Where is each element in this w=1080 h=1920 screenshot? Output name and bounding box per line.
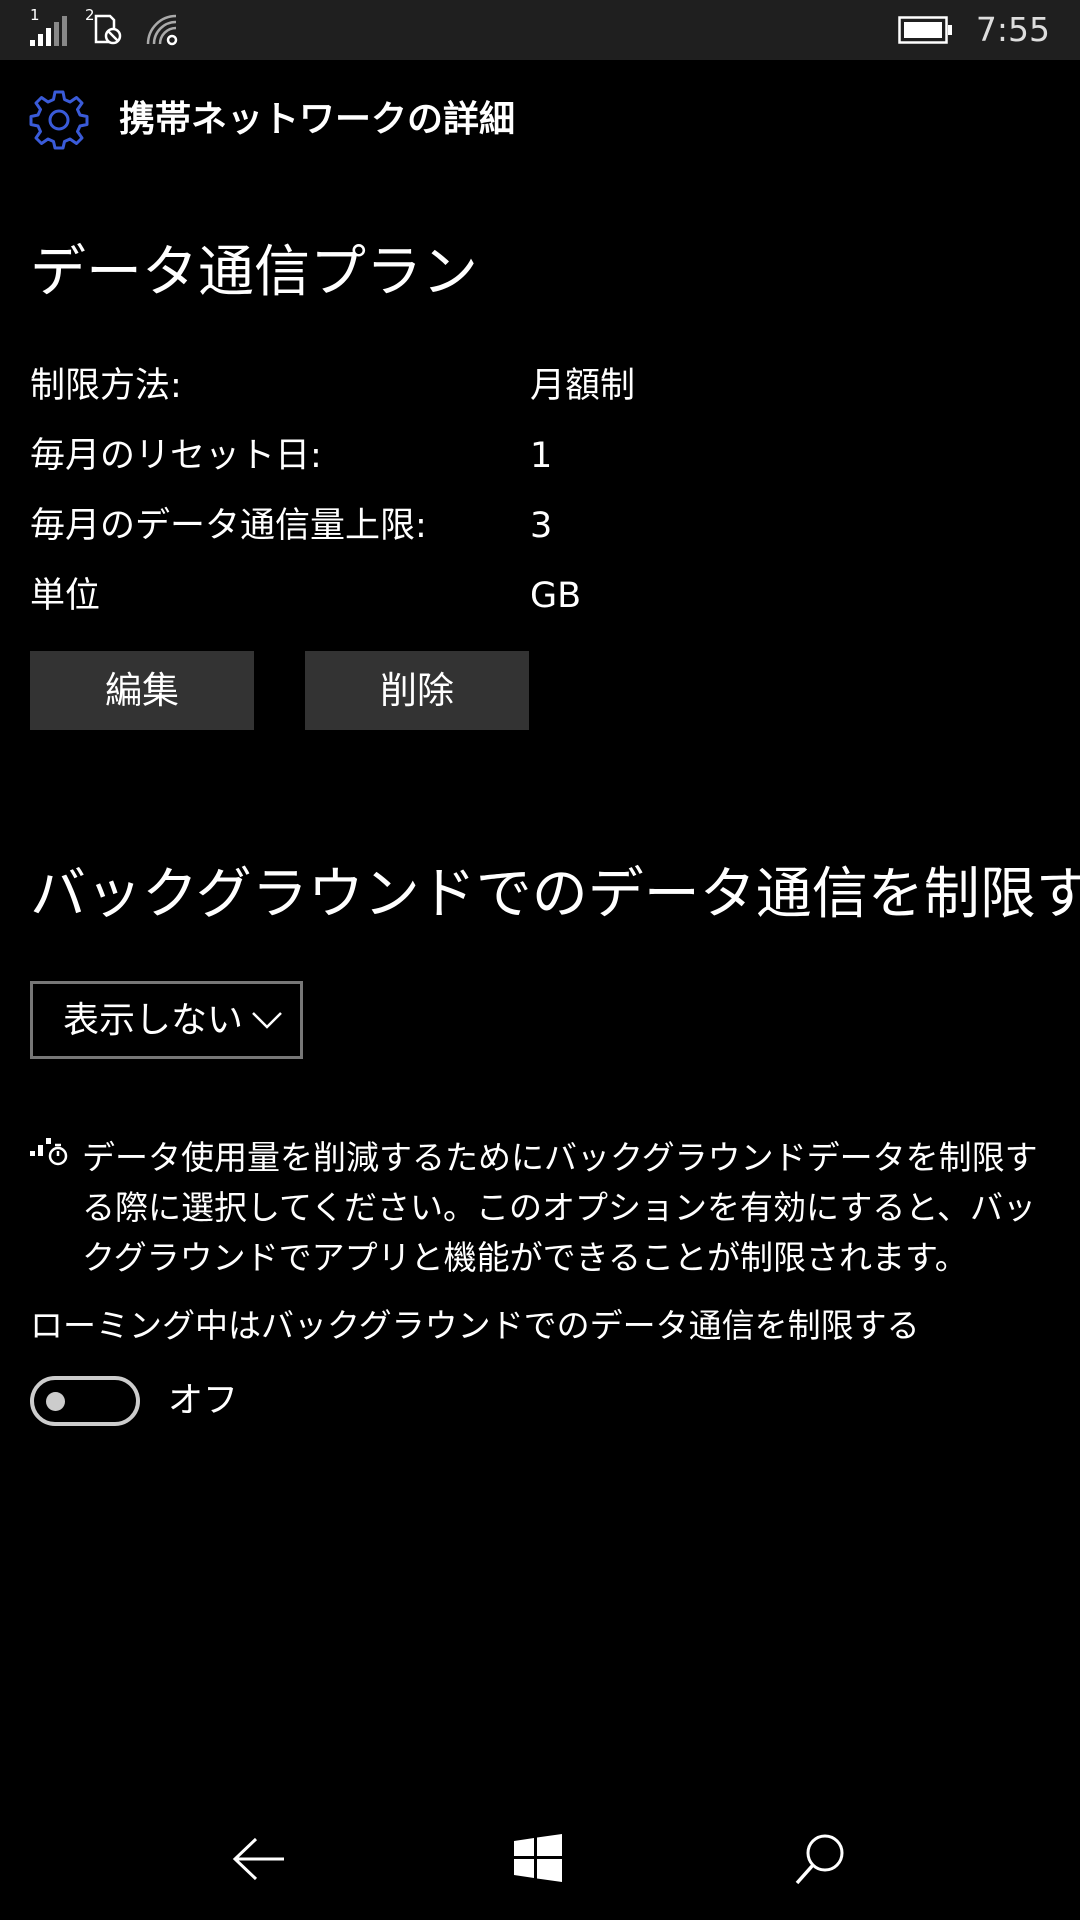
battery-icon [898, 16, 952, 44]
status-bar[interactable]: 1 2 7:55 [0, 0, 1080, 60]
roaming-toggle[interactable] [30, 1376, 140, 1426]
background-data-title: バックグラウンドでのデータ通信を制限する [30, 862, 1080, 927]
data-limit-label: 毎月のデータ通信量上限: [30, 506, 427, 546]
wifi-icon [146, 14, 178, 46]
limit-method-label: 制限方法: [30, 366, 182, 406]
background-restriction-dropdown[interactable]: 表示しない [30, 981, 303, 1059]
back-arrow-icon[interactable] [232, 1836, 286, 1882]
data-saver-icon [30, 1138, 68, 1166]
toggle-state-text: オフ [168, 1381, 239, 1421]
delete-button[interactable]: 削除 [305, 651, 529, 730]
gear-icon [29, 90, 89, 150]
windows-logo-icon[interactable] [514, 1834, 562, 1882]
reset-day-label: 毎月のリセット日: [30, 436, 322, 476]
unit-value: GB [530, 576, 582, 616]
search-icon[interactable] [794, 1832, 846, 1886]
page-title: 携帯ネットワークの詳細 [119, 99, 516, 140]
roaming-restriction-label: ローミング中はバックグラウンドでのデータ通信を制限する [30, 1306, 920, 1345]
reset-day-value: 1 [530, 436, 553, 476]
settings-page: 1 2 7:55 携帯ネットワークの詳細 データ通信プラン 制限方法: 月額制 … [0, 0, 1080, 1920]
dropdown-selected-value: 表示しない [63, 1000, 244, 1041]
signal-bars-icon [30, 16, 67, 46]
data-limit-value: 3 [530, 506, 553, 546]
chevron-down-icon [252, 1012, 282, 1029]
toggle-knob [46, 1392, 65, 1411]
sim2-no-signal-icon [94, 14, 122, 45]
edit-button[interactable]: 編集 [30, 651, 254, 730]
data-plan-title: データ通信プラン [30, 240, 478, 305]
unit-label: 単位 [30, 576, 101, 616]
background-info-text: データ使用量を削減するためにバックグラウンドデータを制限する際に選択してください… [82, 1138, 1038, 1277]
clock: 7:55 [975, 10, 1050, 49]
limit-method-value: 月額制 [530, 366, 636, 406]
